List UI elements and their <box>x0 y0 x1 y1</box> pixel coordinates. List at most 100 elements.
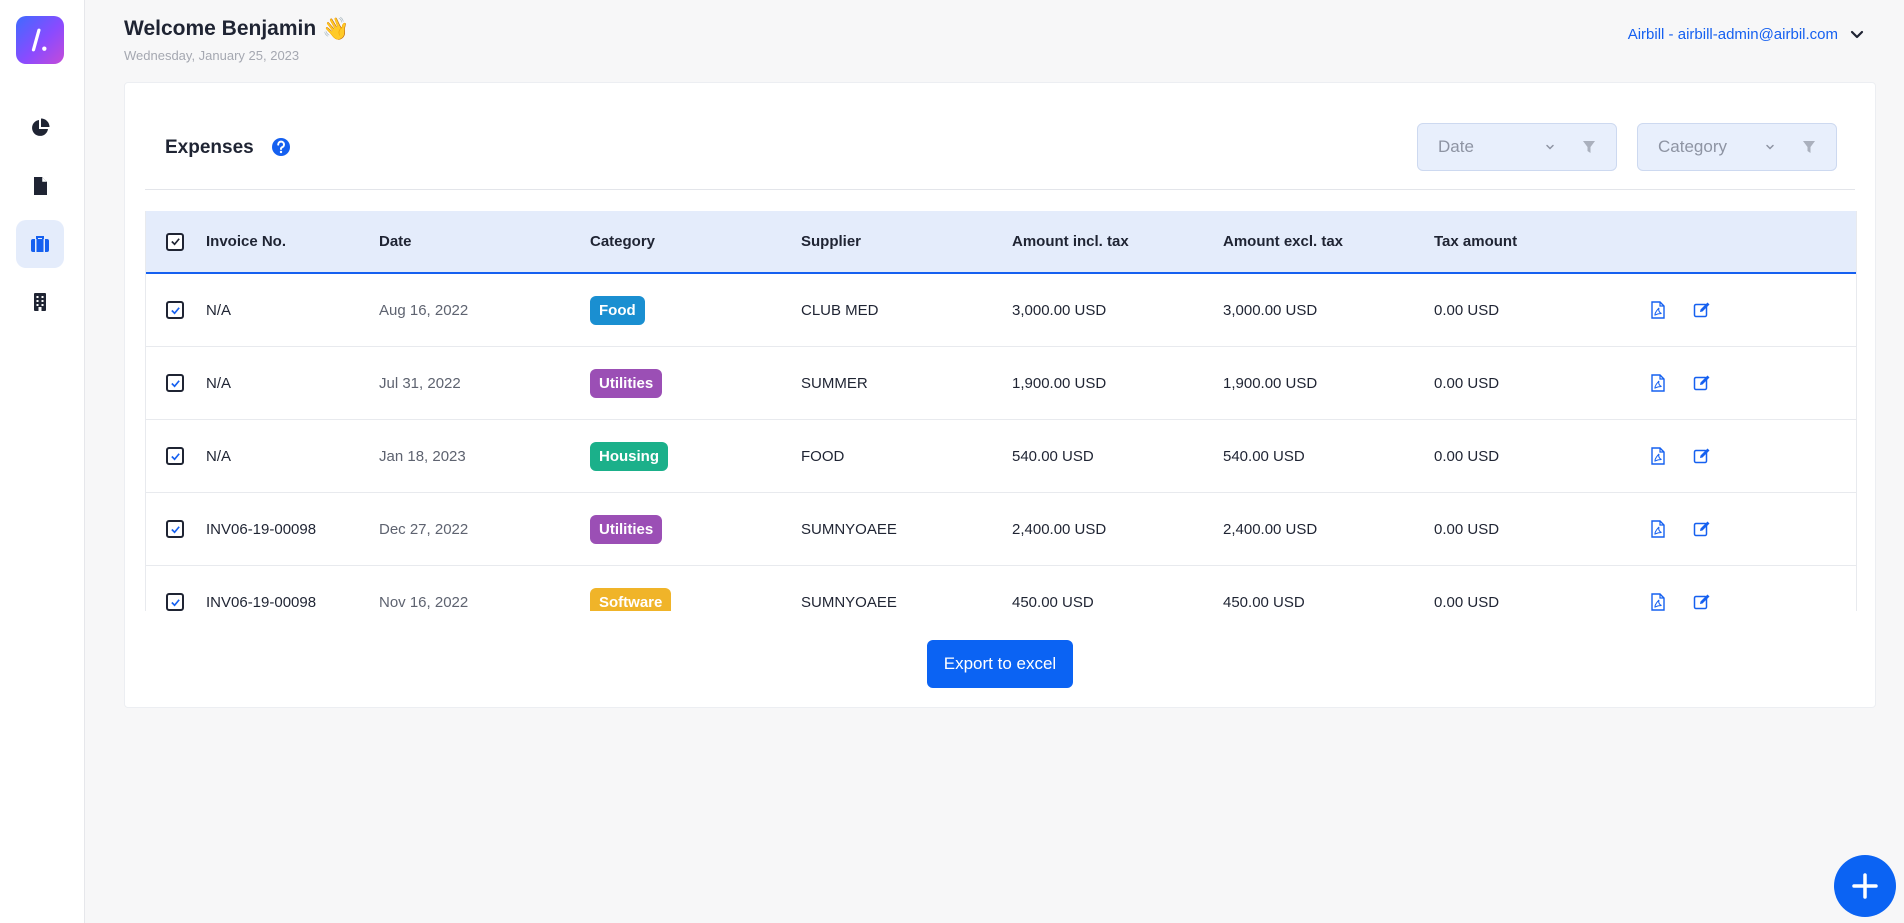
invoice-number: N/A <box>206 374 232 392</box>
table-row[interactable]: INV06-19-00098 Nov 16, 2022 Software SUM… <box>146 566 1856 611</box>
current-date: Wednesday, January 25, 2023 <box>124 48 300 63</box>
expense-date: Dec 27, 2022 <box>379 520 469 538</box>
check-icon <box>170 598 180 606</box>
column-header-amount-incl-tax[interactable]: Amount incl. tax <box>1012 233 1223 250</box>
date-filter[interactable]: Date <box>1417 123 1617 171</box>
expenses-card: Expenses Date Category Invoice No. Date … <box>124 82 1876 708</box>
expenses-table[interactable]: Invoice No. Date Category Supplier Amoun… <box>145 211 1857 611</box>
invoice-number: N/A <box>206 447 232 465</box>
account-menu[interactable]: Airbill - airbill-admin@airbil.com <box>1628 26 1864 43</box>
logo-mark-icon <box>31 28 47 52</box>
edit-icon[interactable] <box>1693 593 1711 611</box>
category-badge: Software <box>590 587 672 611</box>
table-row[interactable]: INV06-19-00098 Dec 27, 2022 Utilities SU… <box>146 493 1856 566</box>
account-label: Airbill - airbill-admin@airbil.com <box>1627 26 1838 43</box>
row-checkbox[interactable] <box>166 447 184 465</box>
select-all-checkbox[interactable] <box>166 232 184 251</box>
amount-excl-tax: 2,400.00 USD <box>1223 520 1318 538</box>
expense-date: Aug 16, 2022 <box>379 301 469 319</box>
supplier-name: SUMMER <box>801 374 868 392</box>
supplier-name: FOOD <box>801 447 845 465</box>
category-filter-label: Category <box>1658 137 1727 156</box>
amount-excl-tax: 540.00 USD <box>1223 447 1305 465</box>
column-header-amount-excl-tax[interactable]: Amount excl. tax <box>1223 233 1434 250</box>
sidebar-item-expenses[interactable] <box>16 220 64 268</box>
add-expense-button[interactable] <box>1834 855 1896 917</box>
page-title: Welcome Benjamin 👋 <box>124 16 350 42</box>
amount-incl-tax: 1,900.00 USD <box>1012 374 1107 392</box>
invoice-number: INV06-19-00098 <box>206 520 317 538</box>
column-header-invoice[interactable]: Invoice No. <box>206 233 379 250</box>
table-row[interactable]: N/A Jan 18, 2023 Housing FOOD 540.00 USD… <box>146 420 1856 493</box>
chevron-down-icon <box>1546 144 1554 150</box>
tax-amount: 0.00 USD <box>1434 447 1500 465</box>
plus-icon <box>1852 873 1878 899</box>
row-checkbox[interactable] <box>166 593 184 611</box>
amount-excl-tax: 450.00 USD <box>1223 593 1305 611</box>
pdf-file-icon[interactable] <box>1649 447 1667 465</box>
row-checkbox[interactable] <box>166 301 184 319</box>
export-to-excel-button[interactable]: Export to excel <box>927 640 1073 688</box>
amount-excl-tax: 3,000.00 USD <box>1223 301 1318 319</box>
amount-excl-tax: 1,900.00 USD <box>1223 374 1318 392</box>
date-filter-label: Date <box>1438 137 1474 156</box>
category-badge: Utilities <box>590 514 663 544</box>
sidebar-item-dashboard[interactable] <box>16 104 64 152</box>
chevron-down-icon[interactable] <box>1850 28 1864 42</box>
tax-amount: 0.00 USD <box>1434 301 1500 319</box>
row-checkbox[interactable] <box>166 374 184 392</box>
building-icon <box>34 293 46 311</box>
table-row[interactable]: N/A Aug 16, 2022 Food CLUB MED 3,000.00 … <box>146 274 1856 347</box>
sidebar <box>0 0 85 923</box>
filter-icon[interactable] <box>1582 140 1596 154</box>
table-row[interactable]: N/A Jul 31, 2022 Utilities SUMMER 1,900.… <box>146 347 1856 420</box>
sidebar-item-documents[interactable] <box>16 162 64 210</box>
edit-icon[interactable] <box>1693 374 1711 392</box>
check-icon <box>170 238 180 246</box>
category-filter[interactable]: Category <box>1637 123 1837 171</box>
table-body: N/A Aug 16, 2022 Food CLUB MED 3,000.00 … <box>146 274 1856 611</box>
check-icon <box>170 452 180 460</box>
invoice-number: N/A <box>206 301 232 319</box>
column-header-category[interactable]: Category <box>590 233 801 250</box>
welcome-text: Welcome Benjamin <box>124 17 317 40</box>
column-header-supplier[interactable]: Supplier <box>801 233 1012 250</box>
divider <box>145 189 1855 190</box>
column-header-tax-amount[interactable]: Tax amount <box>1434 233 1649 250</box>
app-logo[interactable] <box>16 16 64 64</box>
edit-icon[interactable] <box>1693 301 1711 319</box>
amount-incl-tax: 3,000.00 USD <box>1012 301 1107 319</box>
waving-hand-icon: 👋 <box>322 16 350 41</box>
edit-icon[interactable] <box>1693 447 1711 465</box>
sidebar-item-company[interactable] <box>16 278 64 326</box>
supplier-name: SUMNYOAEE <box>801 520 897 538</box>
tax-amount: 0.00 USD <box>1434 374 1500 392</box>
edit-icon[interactable] <box>1693 520 1711 538</box>
check-icon <box>170 525 180 533</box>
check-icon <box>170 379 180 387</box>
help-icon[interactable] <box>271 137 291 157</box>
supplier-name: CLUB MED <box>801 301 879 319</box>
pdf-file-icon[interactable] <box>1649 301 1667 319</box>
amount-incl-tax: 2,400.00 USD <box>1012 520 1107 538</box>
expense-date: Nov 16, 2022 <box>379 593 469 611</box>
expense-date: Jul 31, 2022 <box>379 374 461 392</box>
tax-amount: 0.00 USD <box>1434 593 1500 611</box>
pdf-file-icon[interactable] <box>1649 593 1667 611</box>
pdf-file-icon[interactable] <box>1649 520 1667 538</box>
tax-amount: 0.00 USD <box>1434 520 1500 538</box>
briefcase-icon <box>31 236 49 252</box>
expense-date: Jan 18, 2023 <box>379 447 466 465</box>
category-badge: Food <box>590 295 645 325</box>
supplier-name: SUMNYOAEE <box>801 593 897 611</box>
table-header: Invoice No. Date Category Supplier Amoun… <box>146 211 1856 274</box>
category-badge: Housing <box>590 441 668 471</box>
amount-incl-tax: 450.00 USD <box>1012 593 1094 611</box>
category-badge: Utilities <box>590 368 663 398</box>
row-checkbox[interactable] <box>166 520 184 538</box>
filter-icon[interactable] <box>1802 140 1816 154</box>
chevron-down-icon <box>1766 144 1774 150</box>
expenses-title: Expenses <box>165 137 254 158</box>
column-header-date[interactable]: Date <box>379 233 590 250</box>
pdf-file-icon[interactable] <box>1649 374 1667 392</box>
